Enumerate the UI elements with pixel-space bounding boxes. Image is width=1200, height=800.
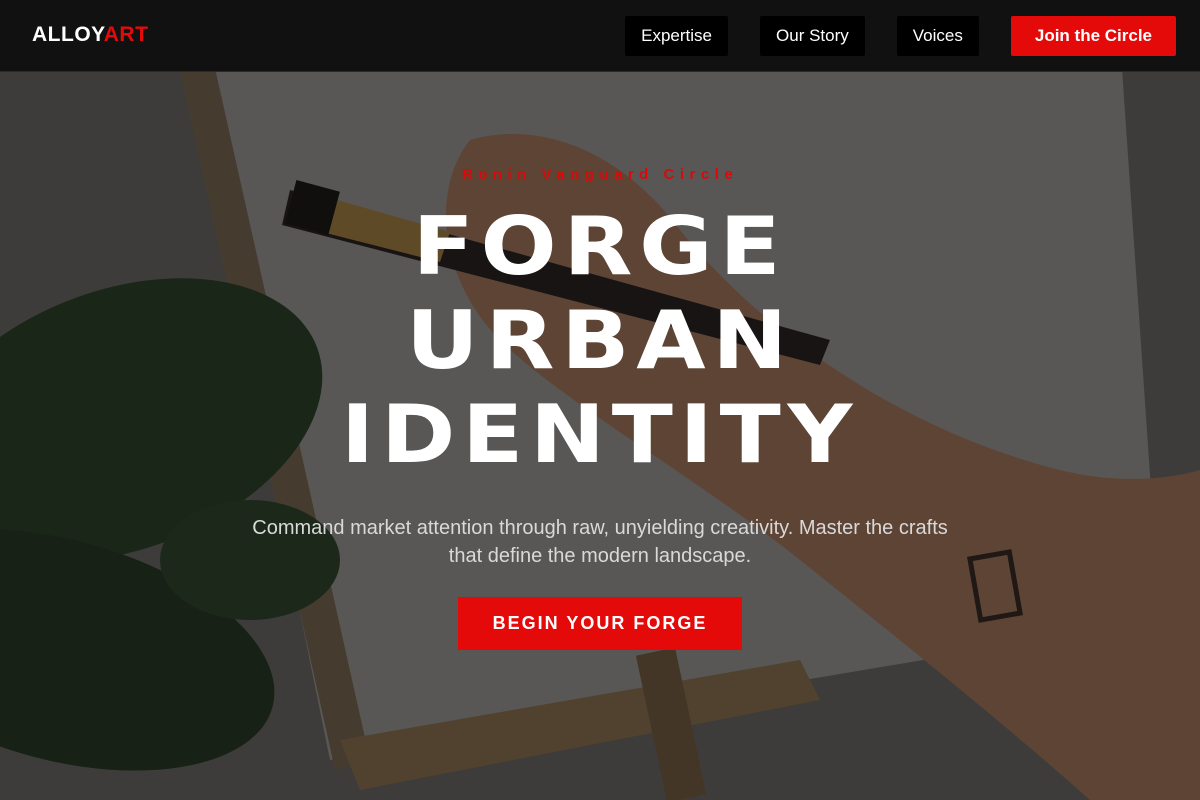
- hero-subtext: Command market attention through raw, un…: [252, 517, 948, 567]
- site-header: ALLOYART Expertise Our Story Voices Join…: [0, 0, 1200, 72]
- alloyart-logo[interactable]: ALLOYART: [32, 22, 148, 48]
- begin-your-forge-button[interactable]: BEGIN YOUR FORGE: [458, 597, 742, 650]
- headline-line-1: FORGE: [412, 200, 788, 293]
- nav-voices-button[interactable]: Voices: [896, 16, 979, 56]
- main-nav: Expertise Our Story Voices Join the Circ…: [625, 16, 1176, 56]
- nav-expertise-button[interactable]: Expertise: [625, 16, 729, 56]
- hero-section: Ronin Vanguard Circle FORGE URBAN IDENTI…: [0, 72, 1200, 800]
- logo-primary-text: ALLOY: [32, 23, 104, 46]
- nav-our-story-button[interactable]: Our Story: [760, 16, 865, 56]
- hero-headline: FORGE URBAN IDENTITY: [0, 200, 1200, 482]
- logo-accent-text: ART: [103, 23, 149, 46]
- headline-line-2: URBAN: [406, 294, 794, 387]
- headline-line-3: IDENTITY: [340, 388, 860, 481]
- hero-eyebrow: Ronin Vanguard Circle: [461, 166, 739, 183]
- join-the-circle-button[interactable]: Join the Circle: [1010, 16, 1176, 56]
